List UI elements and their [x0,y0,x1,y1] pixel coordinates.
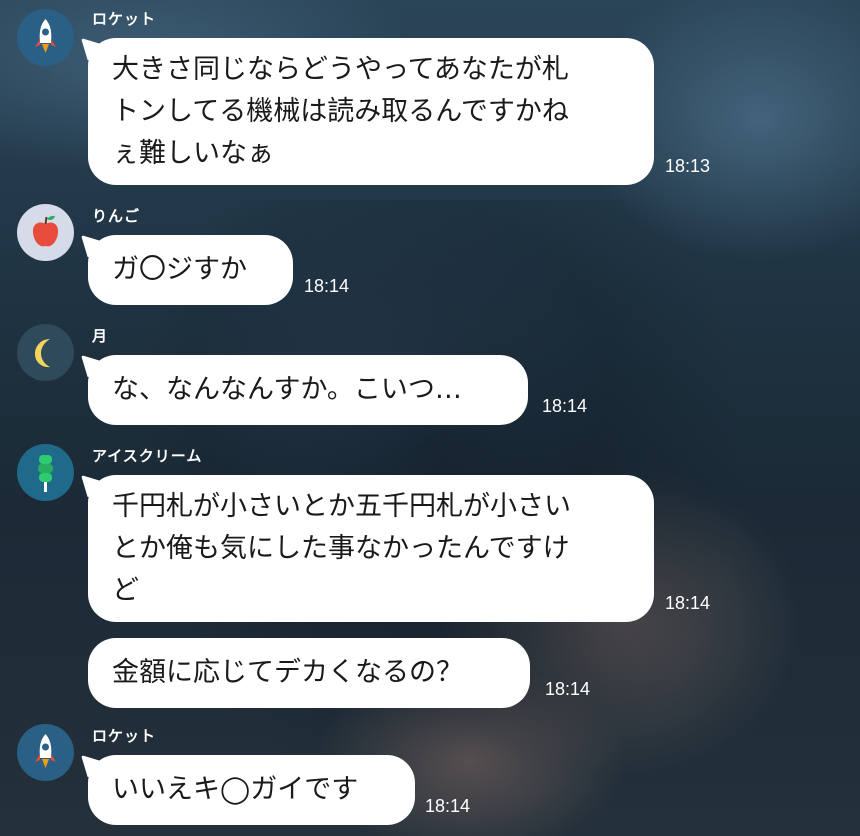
message-time: 18:14 [545,679,591,699]
message-time: 18:13 [665,156,711,176]
message-sender: アイスクリーム [92,447,203,465]
message-sender: ロケット [92,10,157,28]
avatar-apple[interactable] [17,204,74,261]
message-time: 18:14 [665,593,711,613]
message-bubble[interactable]: な、なんなんすか。こいつ… [88,355,528,425]
apple-icon [32,215,59,247]
moon-icon [35,339,50,368]
rocket-icon [35,734,56,768]
rocket-icon [35,19,56,53]
message-bubble[interactable]: 千円札が小さいとか五千円札が小さい とか俺も気にした事なかったんですけ ど [88,475,654,622]
message-time: 18:14 [542,396,588,416]
message-time: 18:14 [304,276,350,296]
message-bubble[interactable]: 大きさ同じならどうやってあなたが札 トンしてる機械は読み取るんですかね ぇ難しい… [88,38,654,185]
message-sender: ロケット [92,727,157,745]
message-bubble[interactable]: ガ〇ジすか [88,235,293,305]
message-sender: 月 [92,327,109,345]
avatar-moon[interactable] [17,324,74,381]
ice-cream-icon [38,455,53,492]
message-bubble[interactable]: いいえキ◯ガイです [88,755,415,825]
message-bubble[interactable]: 金額に応じてデカくなるの？ [88,638,530,708]
message-time: 18:14 [425,796,471,816]
avatar-rocket[interactable] [17,9,74,66]
avatar-ice-cream[interactable] [17,444,74,501]
avatar-rocket[interactable] [17,724,74,781]
message-sender: りんご [92,207,141,225]
